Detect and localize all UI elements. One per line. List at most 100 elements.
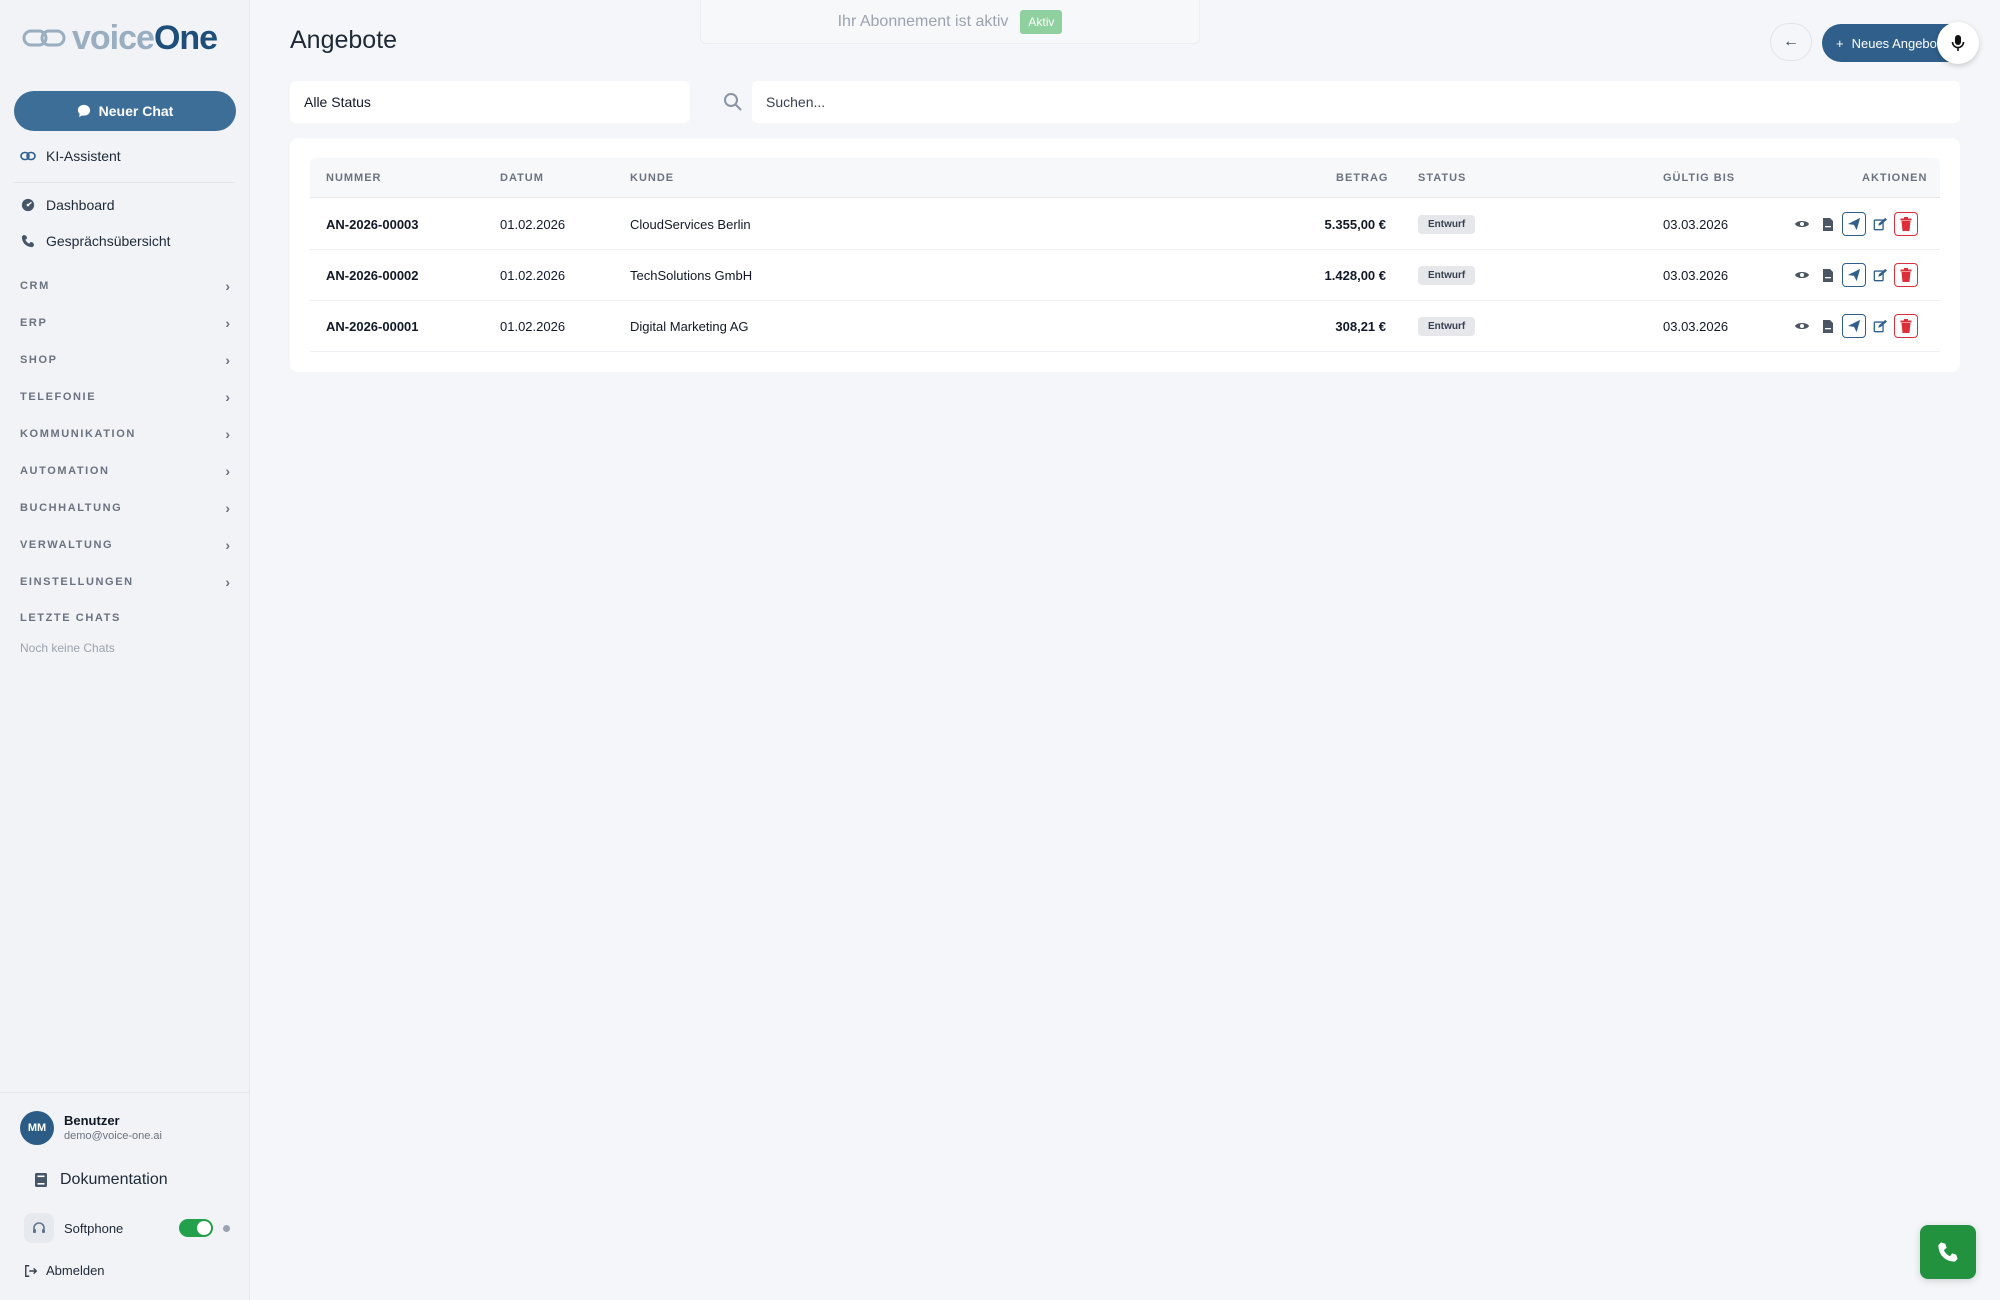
cell-customer: TechSolutions GmbH: [630, 268, 753, 283]
section-label: TELEFONIE: [20, 391, 97, 403]
pdf-button[interactable]: [1816, 212, 1840, 236]
edit-icon: [1873, 268, 1887, 282]
eye-icon: [1795, 221, 1809, 227]
status-badge: Entwurf: [1418, 266, 1476, 285]
edit-button[interactable]: [1868, 263, 1892, 287]
chevron-right-icon: ›: [225, 574, 230, 590]
logout-icon: [25, 1264, 38, 1277]
offers-table-card: NUMMER DATUM KUNDE BETRAG STATUS GÜLTIG …: [290, 138, 1960, 372]
status-badge: Entwurf: [1418, 215, 1476, 234]
sidebar-section-crm[interactable]: CRM ›: [20, 278, 230, 294]
user-name: Benutzer: [64, 1113, 120, 1128]
cell-customer: CloudServices Berlin: [630, 217, 751, 232]
column-header-kunde[interactable]: KUNDE: [630, 172, 674, 184]
column-header-betrag[interactable]: BETRAG: [1336, 172, 1388, 184]
new-chat-label: Neuer Chat: [98, 103, 174, 119]
sidebar-section-kommunikation[interactable]: KOMMUNIKATION ›: [20, 426, 230, 442]
user-email: demo@voice-one.ai: [64, 1130, 162, 1142]
ai-link-icon: [20, 148, 36, 164]
documentation-link[interactable]: Dokumentation: [34, 1171, 168, 1189]
subscription-text: Ihr Abonnement ist aktiv: [837, 12, 1009, 30]
back-button[interactable]: ←: [1770, 23, 1812, 61]
status-filter-select[interactable]: Alle Status: [290, 81, 690, 123]
no-chats-text: Noch keine Chats: [20, 641, 115, 655]
phone-icon: [20, 233, 36, 249]
section-label: BUCHHALTUNG: [20, 502, 123, 514]
headset-icon: [24, 1213, 54, 1243]
sidebar-section-erp[interactable]: ERP ›: [20, 315, 230, 331]
sidebar-item-ki-assistent[interactable]: KI-Assistent: [20, 148, 121, 164]
file-pdf-icon: [1823, 268, 1833, 282]
sidebar-section-telefonie[interactable]: TELEFONIE ›: [20, 389, 230, 405]
table-header: NUMMER DATUM KUNDE BETRAG STATUS GÜLTIG …: [310, 158, 1940, 198]
send-button[interactable]: [1842, 314, 1866, 338]
column-header-nummer[interactable]: NUMMER: [326, 172, 382, 184]
cell-date: 01.02.2026: [500, 217, 566, 232]
new-offer-label: Neues Angebot: [1851, 35, 1941, 51]
documentation-label: Dokumentation: [60, 1171, 168, 1188]
book-icon: [35, 1173, 47, 1187]
column-header-datum[interactable]: DATUM: [500, 172, 544, 184]
column-header-status[interactable]: STATUS: [1418, 172, 1466, 184]
sidebar-item-dashboard[interactable]: Dashboard: [20, 197, 115, 213]
delete-button[interactable]: [1894, 314, 1918, 338]
pdf-button[interactable]: [1816, 314, 1840, 338]
chevron-right-icon: ›: [225, 500, 230, 516]
send-button[interactable]: [1842, 212, 1866, 236]
chevron-right-icon: ›: [225, 315, 230, 331]
chevron-right-icon: ›: [225, 389, 230, 405]
sidebar-item-label: KI-Assistent: [46, 148, 121, 164]
softphone-call-button[interactable]: [1920, 1225, 1976, 1279]
search-input[interactable]: [752, 81, 1960, 123]
chevron-right-icon: ›: [225, 537, 230, 553]
view-button[interactable]: [1790, 314, 1814, 338]
cell-amount: 1.428,00 €: [1324, 268, 1386, 283]
microphone-icon: [1951, 35, 1965, 51]
section-label: SHOP: [20, 354, 58, 366]
column-header-gueltig-bis[interactable]: GÜLTIG BIS: [1663, 172, 1735, 184]
logo[interactable]: voiceOne: [22, 18, 218, 58]
delete-button[interactable]: [1894, 212, 1918, 236]
logout-link[interactable]: Abmelden: [24, 1263, 105, 1278]
logo-text: voiceOne: [72, 18, 218, 57]
paper-plane-icon: [1847, 268, 1861, 282]
table-row[interactable]: AN-2026-00001 01.02.2026 Digital Marketi…: [310, 301, 1940, 352]
file-pdf-icon: [1823, 217, 1833, 231]
phone-icon: [1938, 1242, 1958, 1262]
page-title: Angebote: [290, 26, 398, 54]
chevron-right-icon: ›: [225, 352, 230, 368]
view-button[interactable]: [1790, 263, 1814, 287]
delete-button[interactable]: [1894, 263, 1918, 287]
sidebar-section-einstellungen[interactable]: EINSTELLUNGEN ›: [20, 574, 230, 590]
chevron-right-icon: ›: [225, 426, 230, 442]
softphone-row: Softphone: [24, 1213, 230, 1243]
sidebar: voiceOne Neuer Chat KI-Assistent Dashboa…: [0, 0, 250, 1300]
sidebar-section-buchhaltung[interactable]: BUCHHALTUNG ›: [20, 500, 230, 516]
sidebar-section-verwaltung[interactable]: VERWALTUNG ›: [20, 537, 230, 553]
sidebar-section-shop[interactable]: SHOP ›: [20, 352, 230, 368]
status-badge: Entwurf: [1418, 317, 1476, 336]
chat-icon: [77, 104, 90, 118]
softphone-toggle[interactable]: [179, 1219, 213, 1237]
section-label: EINSTELLUNGEN: [20, 576, 134, 588]
new-offer-button[interactable]: + Neues Angebot: [1822, 24, 1952, 62]
section-label: KOMMUNIKATION: [20, 428, 136, 440]
table-row[interactable]: AN-2026-00003 01.02.2026 CloudServices B…: [310, 199, 1940, 250]
search-icon: [724, 93, 742, 111]
send-button[interactable]: [1842, 263, 1866, 287]
new-chat-button[interactable]: Neuer Chat: [14, 91, 236, 131]
chevron-right-icon: ›: [225, 278, 230, 294]
table-row[interactable]: AN-2026-00002 01.02.2026 TechSolutions G…: [310, 250, 1940, 301]
edit-button[interactable]: [1868, 212, 1892, 236]
sidebar-section-automation[interactable]: AUTOMATION ›: [20, 463, 230, 479]
microphone-button[interactable]: [1937, 22, 1979, 64]
paper-plane-icon: [1847, 319, 1861, 333]
sidebar-item-gespraechsuebersicht[interactable]: Gesprächsübersicht: [20, 233, 171, 249]
trash-icon: [1900, 268, 1912, 282]
pdf-button[interactable]: [1816, 263, 1840, 287]
subscription-banner: Ihr Abonnement ist aktiv Aktiv: [700, 0, 1200, 44]
avatar[interactable]: MM: [20, 1111, 54, 1145]
sidebar-item-label: Dashboard: [46, 197, 115, 213]
edit-button[interactable]: [1868, 314, 1892, 338]
view-button[interactable]: [1790, 212, 1814, 236]
